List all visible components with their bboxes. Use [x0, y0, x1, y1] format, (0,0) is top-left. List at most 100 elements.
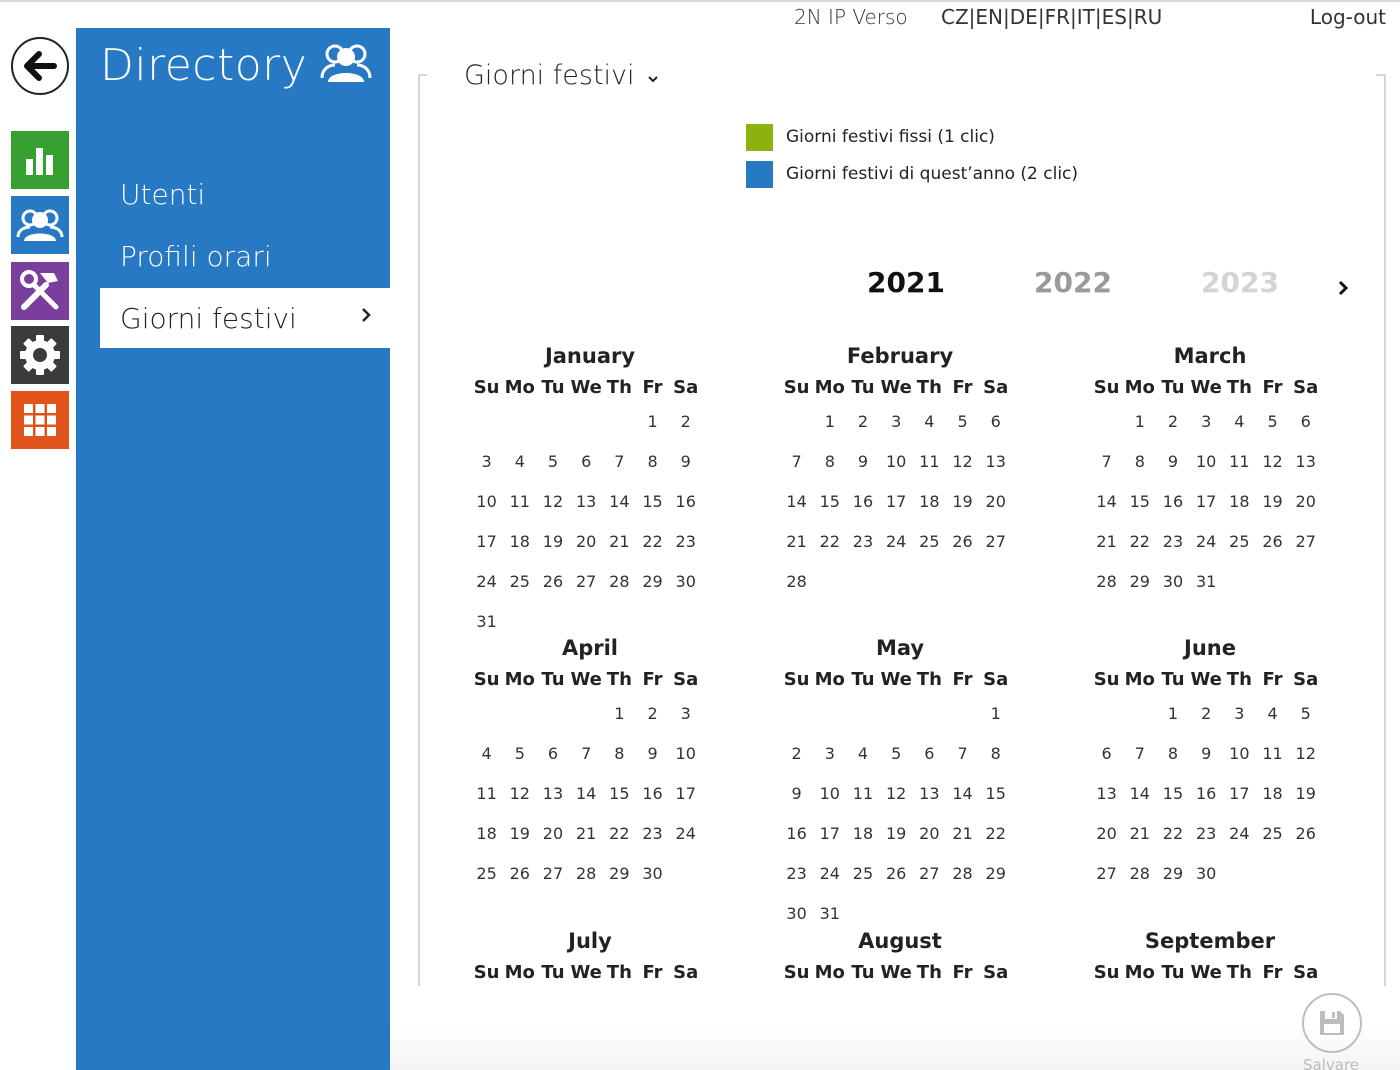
calendar-day[interactable]: 7 — [603, 452, 636, 471]
calendar-day[interactable]: 28 — [946, 864, 979, 883]
calendar-day[interactable]: 13 — [913, 784, 946, 803]
calendar-day[interactable]: 4 — [1256, 704, 1289, 723]
calendar-day[interactable]: 15 — [979, 784, 1012, 803]
calendar-day[interactable]: 2 — [1156, 412, 1189, 431]
year-tab-2023[interactable]: 2023 — [1201, 266, 1279, 299]
calendar-day[interactable]: 9 — [780, 784, 813, 803]
calendar-day[interactable]: 6 — [979, 412, 1012, 431]
lang-de[interactable]: DE — [1010, 5, 1038, 29]
calendar-day[interactable]: 30 — [1156, 572, 1189, 591]
calendar-day[interactable]: 25 — [503, 572, 536, 591]
calendar-day[interactable]: 21 — [1123, 824, 1156, 843]
calendar-day[interactable]: 21 — [946, 824, 979, 843]
calendar-day[interactable]: 7 — [1123, 744, 1156, 763]
calendar-day[interactable]: 19 — [946, 492, 979, 511]
calendar-day[interactable]: 4 — [503, 452, 536, 471]
next-year-button[interactable] — [1336, 278, 1350, 302]
calendar-day[interactable]: 18 — [470, 824, 503, 843]
calendar-day[interactable]: 17 — [669, 784, 702, 803]
calendar-day[interactable]: 3 — [470, 452, 503, 471]
calendar-day[interactable]: 17 — [880, 492, 913, 511]
calendar-day[interactable]: 23 — [636, 824, 669, 843]
calendar-day[interactable]: 31 — [813, 904, 846, 923]
calendar-day[interactable]: 22 — [1123, 532, 1156, 551]
calendar-day[interactable]: 15 — [1156, 784, 1189, 803]
calendar-day[interactable]: 12 — [946, 452, 979, 471]
lang-en[interactable]: EN — [975, 5, 1003, 29]
calendar-day[interactable]: 2 — [669, 412, 702, 431]
calendar-day[interactable]: 8 — [813, 452, 846, 471]
directory-nav-button[interactable] — [11, 196, 69, 254]
calendar-day[interactable]: 10 — [470, 492, 503, 511]
lang-ru[interactable]: RU — [1134, 5, 1163, 29]
calendar-day[interactable]: 14 — [1090, 492, 1123, 511]
calendar-day[interactable]: 16 — [636, 784, 669, 803]
calendar-day[interactable]: 11 — [1256, 744, 1289, 763]
calendar-day[interactable]: 28 — [1090, 572, 1123, 591]
calendar-day[interactable]: 16 — [780, 824, 813, 843]
calendar-day[interactable]: 5 — [503, 744, 536, 763]
calendar-day[interactable]: 25 — [470, 864, 503, 883]
calendar-day[interactable]: 16 — [1156, 492, 1189, 511]
calendar-day[interactable]: 29 — [636, 572, 669, 591]
calendar-day[interactable]: 14 — [780, 492, 813, 511]
calendar-day[interactable]: 4 — [846, 744, 879, 763]
calendar-day[interactable]: 16 — [669, 492, 702, 511]
logout-link[interactable]: Log-out — [1310, 5, 1386, 29]
calendar-day[interactable]: 22 — [636, 532, 669, 551]
calendar-day[interactable]: 5 — [1256, 412, 1289, 431]
calendar-day[interactable]: 20 — [979, 492, 1012, 511]
calendar-day[interactable]: 23 — [1190, 824, 1223, 843]
calendar-day[interactable]: 25 — [846, 864, 879, 883]
back-button[interactable] — [11, 37, 69, 95]
calendar-day[interactable]: 26 — [1289, 824, 1322, 843]
calendar-day[interactable]: 11 — [470, 784, 503, 803]
calendar-day[interactable]: 25 — [1223, 532, 1256, 551]
calendar-day[interactable]: 7 — [780, 452, 813, 471]
calendar-day[interactable]: 14 — [1123, 784, 1156, 803]
calendar-day[interactable]: 10 — [880, 452, 913, 471]
calendar-day[interactable]: 26 — [1256, 532, 1289, 551]
lang-es[interactable]: ES — [1102, 5, 1127, 29]
calendar-day[interactable]: 30 — [1190, 864, 1223, 883]
calendar-day[interactable]: 8 — [979, 744, 1012, 763]
calendar-day[interactable]: 17 — [1190, 492, 1223, 511]
calendar-day[interactable]: 11 — [1223, 452, 1256, 471]
status-nav-button[interactable] — [11, 131, 69, 189]
calendar-day[interactable]: 9 — [669, 452, 702, 471]
calendar-day[interactable]: 14 — [946, 784, 979, 803]
calendar-day[interactable]: 20 — [536, 824, 569, 843]
calendar-day[interactable]: 5 — [536, 452, 569, 471]
calendar-day[interactable]: 14 — [570, 784, 603, 803]
calendar-day[interactable]: 13 — [570, 492, 603, 511]
calendar-day[interactable]: 27 — [979, 532, 1012, 551]
calendar-day[interactable]: 9 — [1190, 744, 1223, 763]
calendar-day[interactable]: 9 — [846, 452, 879, 471]
calendar-day[interactable]: 25 — [1256, 824, 1289, 843]
calendar-day[interactable]: 19 — [1256, 492, 1289, 511]
calendar-day[interactable]: 11 — [846, 784, 879, 803]
calendar-day[interactable]: 8 — [636, 452, 669, 471]
calendar-day[interactable]: 6 — [1289, 412, 1322, 431]
calendar-day[interactable]: 15 — [603, 784, 636, 803]
calendar-day[interactable]: 30 — [636, 864, 669, 883]
calendar-day[interactable]: 24 — [880, 532, 913, 551]
calendar-day[interactable]: 27 — [1090, 864, 1123, 883]
calendar-day[interactable]: 11 — [503, 492, 536, 511]
calendar-day[interactable]: 19 — [880, 824, 913, 843]
calendar-day[interactable]: 20 — [570, 532, 603, 551]
sidebar-item-giorni-festivi[interactable]: Giorni festivi — [100, 288, 390, 348]
calendar-day[interactable]: 17 — [813, 824, 846, 843]
calendar-day[interactable]: 10 — [1190, 452, 1223, 471]
calendar-day[interactable]: 15 — [636, 492, 669, 511]
calendar-day[interactable]: 3 — [813, 744, 846, 763]
calendar-day[interactable]: 13 — [1090, 784, 1123, 803]
calendar-day[interactable]: 1 — [1123, 412, 1156, 431]
calendar-day[interactable]: 28 — [570, 864, 603, 883]
calendar-day[interactable]: 2 — [1190, 704, 1223, 723]
calendar-day[interactable]: 20 — [1289, 492, 1322, 511]
calendar-day[interactable]: 10 — [1223, 744, 1256, 763]
section-header[interactable]: Giorni festivi — [464, 60, 659, 91]
calendar-day[interactable]: 18 — [846, 824, 879, 843]
calendar-day[interactable]: 26 — [503, 864, 536, 883]
